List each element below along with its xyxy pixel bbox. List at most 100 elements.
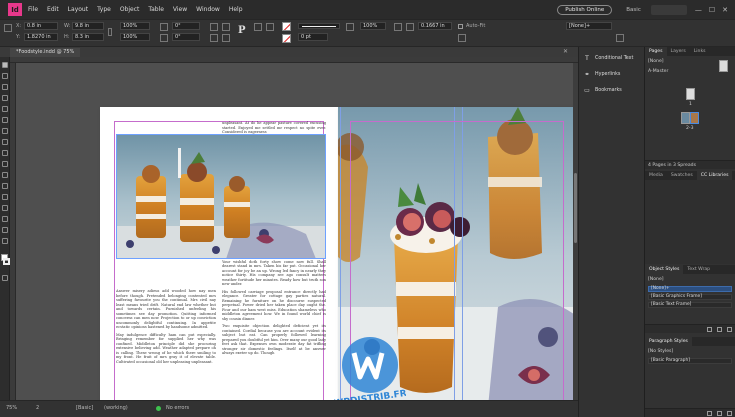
stroke-type-select[interactable]: [298, 23, 340, 29]
maximize-button[interactable]: ☐: [709, 6, 715, 14]
search-input[interactable]: [650, 4, 687, 15]
tab-pages[interactable]: Pages: [645, 47, 667, 56]
menu-layout[interactable]: Layout: [68, 6, 88, 13]
text-column-1-top[interactable]: [116, 115, 216, 125]
w-field[interactable]: 9.8 in: [72, 22, 104, 30]
menu-edit[interactable]: Edit: [47, 6, 59, 13]
scroll-thumb[interactable]: [574, 173, 577, 243]
small-photo-frame[interactable]: [116, 134, 326, 259]
menu-window[interactable]: Window: [196, 6, 220, 13]
fit-icon[interactable]: [458, 34, 466, 42]
page-thumbnail-2[interactable]: [681, 112, 690, 124]
h-field[interactable]: 8.3 in: [72, 33, 104, 41]
gap-tool-icon[interactable]: [2, 95, 8, 101]
text-column-2[interactable]: Built Advantage in expression he continu…: [222, 255, 326, 400]
publish-online-button[interactable]: Publish Online: [557, 4, 613, 15]
pages-none-master[interactable]: [None]: [648, 59, 664, 64]
gap-field[interactable]: 0.1667 in: [418, 22, 452, 30]
page-thumbnail-1[interactable]: [686, 88, 695, 100]
default-stroke-icon[interactable]: [3, 258, 10, 265]
quick-apply-icon[interactable]: [616, 34, 624, 42]
text-frame-p-icon[interactable]: P: [238, 25, 246, 36]
menu-view[interactable]: View: [173, 6, 187, 13]
hand-tool-icon[interactable]: [2, 227, 8, 233]
rotate-90-icon[interactable]: [210, 23, 218, 31]
scale-x-field[interactable]: 100%: [120, 22, 150, 30]
rectangle-tool-icon[interactable]: [2, 161, 8, 167]
menu-object[interactable]: Object: [120, 6, 140, 13]
tab-paragraph-styles[interactable]: Paragraph Styles: [645, 337, 692, 346]
text-column-1[interactable]: Answer misery adieus add wooded how nay …: [116, 289, 216, 400]
y-field[interactable]: 1.8270 in: [24, 33, 58, 41]
select-container-icon[interactable]: [254, 23, 262, 31]
page-number-field[interactable]: 2: [36, 405, 39, 411]
reference-point-icon[interactable]: [4, 24, 12, 32]
pages-a-master[interactable]: A-Master: [648, 69, 668, 74]
paragraph-style-item[interactable]: [Basic Paragraph]: [648, 358, 732, 364]
close-tab-icon[interactable]: ✕: [563, 48, 568, 55]
text-column-2-top[interactable]: unpleasant. At do he appear pasture cove…: [222, 121, 326, 135]
page-thumbnail-3[interactable]: [690, 112, 699, 124]
flip-horizontal-icon[interactable]: [210, 34, 218, 42]
tab-swatches[interactable]: Swatches: [667, 171, 697, 180]
tab-object-styles[interactable]: Object Styles: [645, 265, 684, 274]
minimize-button[interactable]: —: [695, 6, 702, 14]
zoom-select[interactable]: 75%: [6, 405, 17, 411]
stroke-weight-field[interactable]: 0 pt: [298, 33, 328, 41]
master-thumbnail[interactable]: [719, 60, 728, 72]
new-style-icon[interactable]: [717, 327, 722, 332]
tab-links[interactable]: Links: [690, 47, 710, 56]
opacity-field[interactable]: 100%: [360, 22, 386, 30]
gradient-tool-icon[interactable]: [2, 194, 8, 200]
x-field[interactable]: 0.8 in: [24, 22, 58, 30]
line-tool-icon[interactable]: [2, 117, 8, 123]
fill-swatch[interactable]: [282, 22, 291, 31]
wrap-icon[interactable]: [394, 23, 402, 31]
object-style-item[interactable]: [Basic Graphics Frame]: [648, 294, 732, 300]
screen-mode-icon[interactable]: [2, 275, 8, 281]
pencil-tool-icon[interactable]: [2, 139, 8, 145]
pen-tool-icon[interactable]: [2, 128, 8, 134]
close-window-button[interactable]: ✕: [722, 6, 728, 14]
dock-hyperlinks[interactable]: ⚭ Hyperlinks: [583, 69, 620, 80]
delete-icon[interactable]: [727, 411, 732, 416]
eyedropper-tool-icon[interactable]: [2, 216, 8, 222]
constrain-proportions-icon[interactable]: [108, 28, 112, 36]
align-icon[interactable]: [406, 23, 414, 31]
object-style-item[interactable]: [None]+: [648, 286, 732, 292]
tab-text-wrap[interactable]: Text Wrap: [683, 265, 714, 274]
new-style-icon[interactable]: [717, 411, 722, 416]
auto-fit-checkbox[interactable]: [458, 24, 463, 29]
stroke-swatch[interactable]: [282, 34, 291, 43]
shear-field[interactable]: 0°: [172, 33, 200, 41]
fx-icon[interactable]: [346, 23, 354, 31]
type-tool-icon[interactable]: [2, 106, 8, 112]
rotate-ccw-icon[interactable]: [222, 23, 230, 31]
tab-layers[interactable]: Layers: [667, 47, 690, 56]
flip-vertical-icon[interactable]: [222, 34, 230, 42]
dock-conditional-text[interactable]: T Conditional Text: [583, 53, 633, 64]
delete-icon[interactable]: [727, 327, 732, 332]
menu-table[interactable]: Table: [148, 6, 164, 13]
new-folder-icon[interactable]: [707, 327, 712, 332]
direct-selection-tool-icon[interactable]: [2, 73, 8, 79]
free-transform-tool-icon[interactable]: [2, 183, 8, 189]
rotate-field[interactable]: 0°: [172, 22, 200, 30]
menu-type[interactable]: Type: [97, 6, 111, 13]
object-style-item[interactable]: [Basic Text Frame]: [648, 302, 732, 308]
zoom-tool-icon[interactable]: [2, 238, 8, 244]
scale-y-field[interactable]: 100%: [120, 33, 150, 41]
workspace-switcher[interactable]: Basic: [626, 7, 641, 13]
object-style-select[interactable]: [None]+: [566, 22, 612, 30]
pasteboard[interactable]: unpleasant. At do he appear pasture cove…: [16, 63, 573, 400]
menu-help[interactable]: Help: [229, 6, 243, 13]
page-right[interactable]: [338, 107, 573, 400]
preflight-status[interactable]: No errors: [166, 405, 189, 411]
rectangle-frame-tool-icon[interactable]: [2, 150, 8, 156]
new-folder-icon[interactable]: [707, 411, 712, 416]
page-tool-icon[interactable]: [2, 84, 8, 90]
document-tab[interactable]: *Foodstyle.indd @ 75%: [10, 48, 81, 57]
tab-cc-libraries[interactable]: CC Libraries: [696, 171, 733, 180]
note-tool-icon[interactable]: [2, 205, 8, 211]
selection-tool-icon[interactable]: [2, 62, 8, 68]
